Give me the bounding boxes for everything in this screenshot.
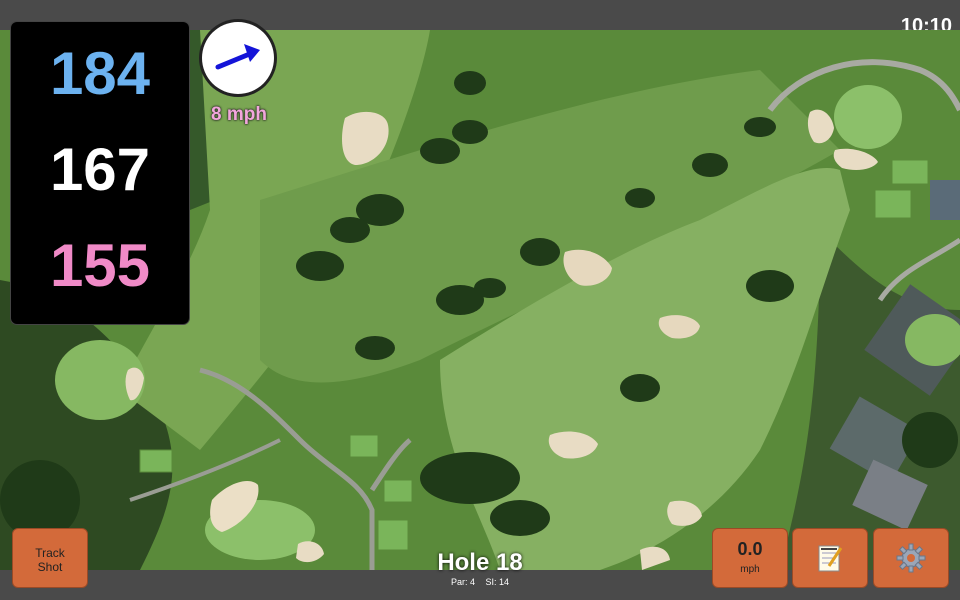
speed-button[interactable]: 0.0 mph (712, 528, 788, 588)
distance-back: 184 (49, 40, 151, 107)
wind-compass (202, 22, 274, 94)
notes-button[interactable] (792, 528, 868, 588)
track-shot-label: Track Shot (35, 546, 65, 574)
hole-title: Hole 18 (437, 549, 523, 576)
notepad-icon (818, 545, 843, 572)
track-shot-button[interactable]: Track Shot (12, 528, 88, 588)
distance-middle: 167 (49, 136, 151, 203)
gear-icon (896, 543, 926, 573)
hole-par: Par: 4 (450, 577, 475, 587)
distance-panel: 184 167 155 (11, 22, 189, 324)
speed-unit: mph (740, 564, 760, 575)
settings-button[interactable] (873, 528, 949, 588)
speed-value: 0.0 (737, 539, 763, 559)
hole-info: Par: 4 SI: 14 (380, 577, 580, 587)
wind-speed: 8 mph (211, 104, 267, 125)
distance-front: 155 (49, 232, 151, 299)
wind-arrow-icon (215, 44, 260, 70)
hole-stroke-index: SI: 14 (485, 577, 510, 587)
